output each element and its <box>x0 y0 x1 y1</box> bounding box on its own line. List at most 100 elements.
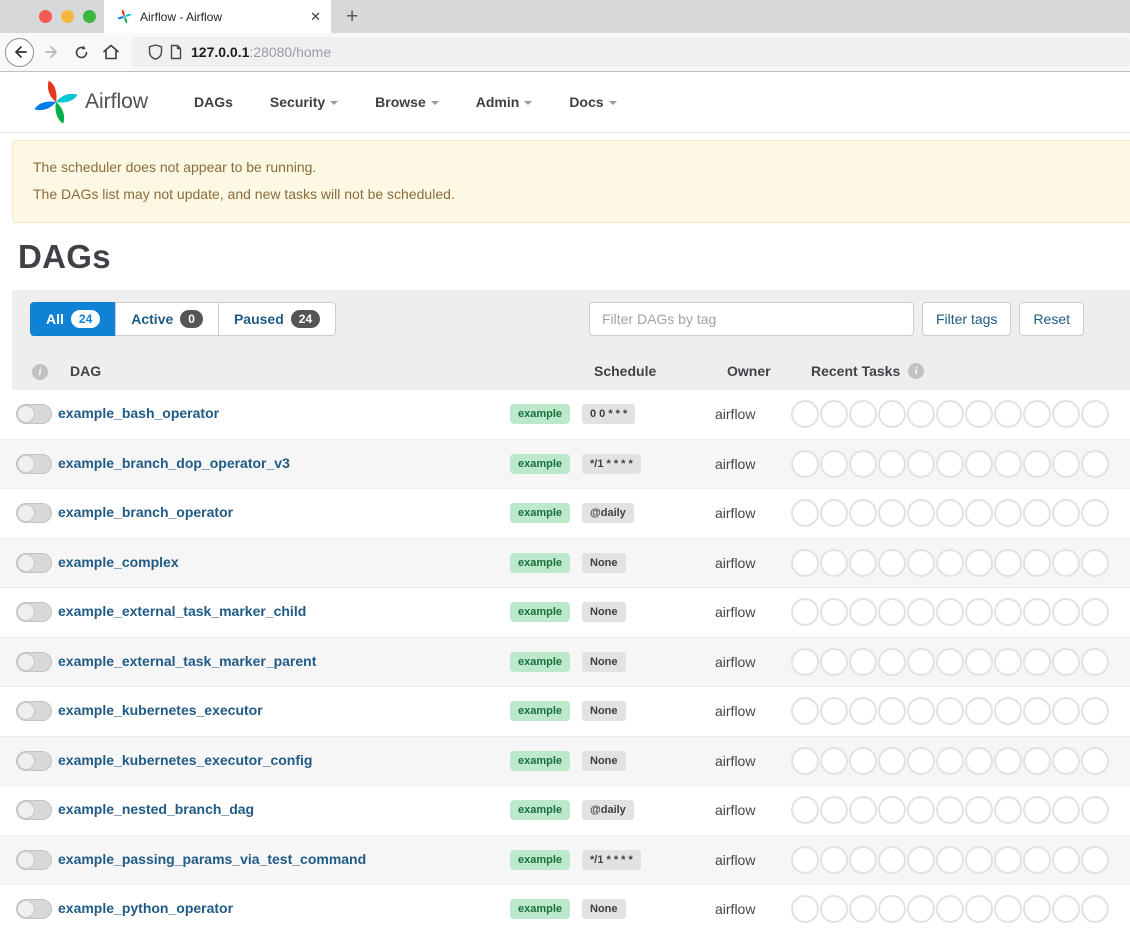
task-state-circle <box>994 747 1022 775</box>
nav-item-admin[interactable]: Admin <box>476 94 533 110</box>
window-minimize-button[interactable] <box>61 10 74 23</box>
dag-tag-badge[interactable]: example <box>510 800 570 820</box>
dag-link[interactable]: example_external_task_marker_child <box>58 603 306 619</box>
reset-button[interactable]: Reset <box>1019 302 1084 336</box>
dag-pause-toggle[interactable] <box>16 800 52 820</box>
dag-tag-badge[interactable]: example <box>510 652 570 672</box>
dag-link[interactable]: example_kubernetes_executor <box>58 702 263 718</box>
task-state-circle <box>849 895 877 923</box>
task-state-circle <box>820 895 848 923</box>
toggle-knob <box>17 405 35 423</box>
filter-tab-all[interactable]: All 24 <box>30 302 116 336</box>
chevron-down-icon <box>609 101 617 105</box>
owner-label: airflow <box>715 901 799 917</box>
table-row: example_bash_operator example 0 0 * * * … <box>0 390 1130 440</box>
filter-tab-active[interactable]: Active 0 <box>115 302 219 336</box>
dag-pause-toggle[interactable] <box>16 553 52 573</box>
task-state-circle <box>1052 549 1080 577</box>
dag-tag-badge[interactable]: example <box>510 404 570 424</box>
dag-tag-badge[interactable]: example <box>510 553 570 573</box>
dag-pause-toggle[interactable] <box>16 751 52 771</box>
task-state-circle <box>907 747 935 775</box>
nav-item-docs[interactable]: Docs <box>569 94 616 110</box>
reload-button[interactable] <box>73 44 90 61</box>
task-state-circle <box>936 895 964 923</box>
dag-link[interactable]: example_bash_operator <box>58 405 219 421</box>
dag-link[interactable]: example_kubernetes_executor_config <box>58 752 312 768</box>
dag-link[interactable]: example_branch_dop_operator_v3 <box>58 455 290 471</box>
owner-label: airflow <box>715 654 799 670</box>
task-state-circle <box>936 796 964 824</box>
task-state-circle <box>849 499 877 527</box>
dag-pause-toggle[interactable] <box>16 899 52 919</box>
airflow-brand[interactable]: Airflow <box>33 79 148 125</box>
dag-pause-toggle[interactable] <box>16 404 52 424</box>
task-state-circle <box>791 846 819 874</box>
dag-tag-badge[interactable]: example <box>510 454 570 474</box>
url-bar[interactable]: 127.0.0.1:28080/home <box>132 37 1130 67</box>
dag-link[interactable]: example_python_operator <box>58 900 233 916</box>
nav-menu: DAGs Security Browse Admin Docs <box>194 94 617 110</box>
dag-table-body: example_bash_operator example 0 0 * * * … <box>0 390 1130 933</box>
new-tab-button[interactable]: + <box>346 6 358 27</box>
task-state-circle <box>849 796 877 824</box>
dag-pause-toggle[interactable] <box>16 454 52 474</box>
task-state-circle <box>907 697 935 725</box>
dag-tag-badge[interactable]: example <box>510 850 570 870</box>
column-header-dag: DAG <box>70 363 522 379</box>
task-state-circle <box>1052 895 1080 923</box>
schedule-badge: @daily <box>582 503 634 523</box>
filter-tab-label: All <box>46 311 64 327</box>
dag-tag-badge[interactable]: example <box>510 503 570 523</box>
warning-line-1: The scheduler does not appear to be runn… <box>33 154 1110 181</box>
task-state-circle <box>849 450 877 478</box>
task-state-circle <box>965 895 993 923</box>
dag-link[interactable]: example_complex <box>58 554 179 570</box>
task-state-circle <box>791 549 819 577</box>
window-zoom-button[interactable] <box>83 10 96 23</box>
nav-item-dags[interactable]: DAGs <box>194 94 233 110</box>
forward-button[interactable] <box>44 44 60 60</box>
nav-item-browse[interactable]: Browse <box>375 94 439 110</box>
recent-tasks-circles <box>791 846 1130 874</box>
home-button[interactable] <box>102 43 120 61</box>
dag-pause-toggle[interactable] <box>16 652 52 672</box>
task-state-circle <box>820 747 848 775</box>
task-state-circle <box>820 846 848 874</box>
dag-pause-toggle[interactable] <box>16 701 52 721</box>
dag-link[interactable]: example_external_task_marker_parent <box>58 653 316 669</box>
dag-tag-badge[interactable]: example <box>510 751 570 771</box>
dag-tag-badge[interactable]: example <box>510 701 570 721</box>
dag-pause-toggle[interactable] <box>16 503 52 523</box>
dag-pause-toggle[interactable] <box>16 850 52 870</box>
window-close-button[interactable] <box>39 10 52 23</box>
filter-dags-by-tag-input[interactable] <box>589 302 914 336</box>
dag-link[interactable]: example_nested_branch_dag <box>58 801 254 817</box>
task-state-circle <box>1081 499 1109 527</box>
window-controls <box>39 0 96 33</box>
filter-tab-count-badge: 0 <box>180 310 203 328</box>
dag-pause-toggle[interactable] <box>16 602 52 622</box>
nav-item-security[interactable]: Security <box>270 94 338 110</box>
task-state-circle <box>936 450 964 478</box>
recent-tasks-circles <box>791 747 1130 775</box>
tab-close-icon[interactable]: ✕ <box>310 9 321 25</box>
back-button[interactable] <box>5 38 34 67</box>
table-row: example_python_operator example None air… <box>0 885 1130 933</box>
task-state-circle <box>791 895 819 923</box>
task-state-circle <box>994 697 1022 725</box>
browser-tab[interactable]: Airflow - Airflow ✕ <box>104 0 331 33</box>
filter-tags-button[interactable]: Filter tags <box>922 302 1011 336</box>
toggle-knob <box>17 801 35 819</box>
filter-tab-paused[interactable]: Paused 24 <box>218 302 336 336</box>
task-state-circle <box>965 846 993 874</box>
task-state-circle <box>907 895 935 923</box>
dag-link[interactable]: example_branch_operator <box>58 504 233 520</box>
dag-tag-badge[interactable]: example <box>510 602 570 622</box>
task-state-circle <box>791 697 819 725</box>
info-icon: i <box>908 363 924 379</box>
task-state-circle <box>1081 846 1109 874</box>
airflow-logo-icon <box>33 79 79 125</box>
dag-tag-badge[interactable]: example <box>510 899 570 919</box>
dag-link[interactable]: example_passing_params_via_test_command <box>58 851 366 867</box>
